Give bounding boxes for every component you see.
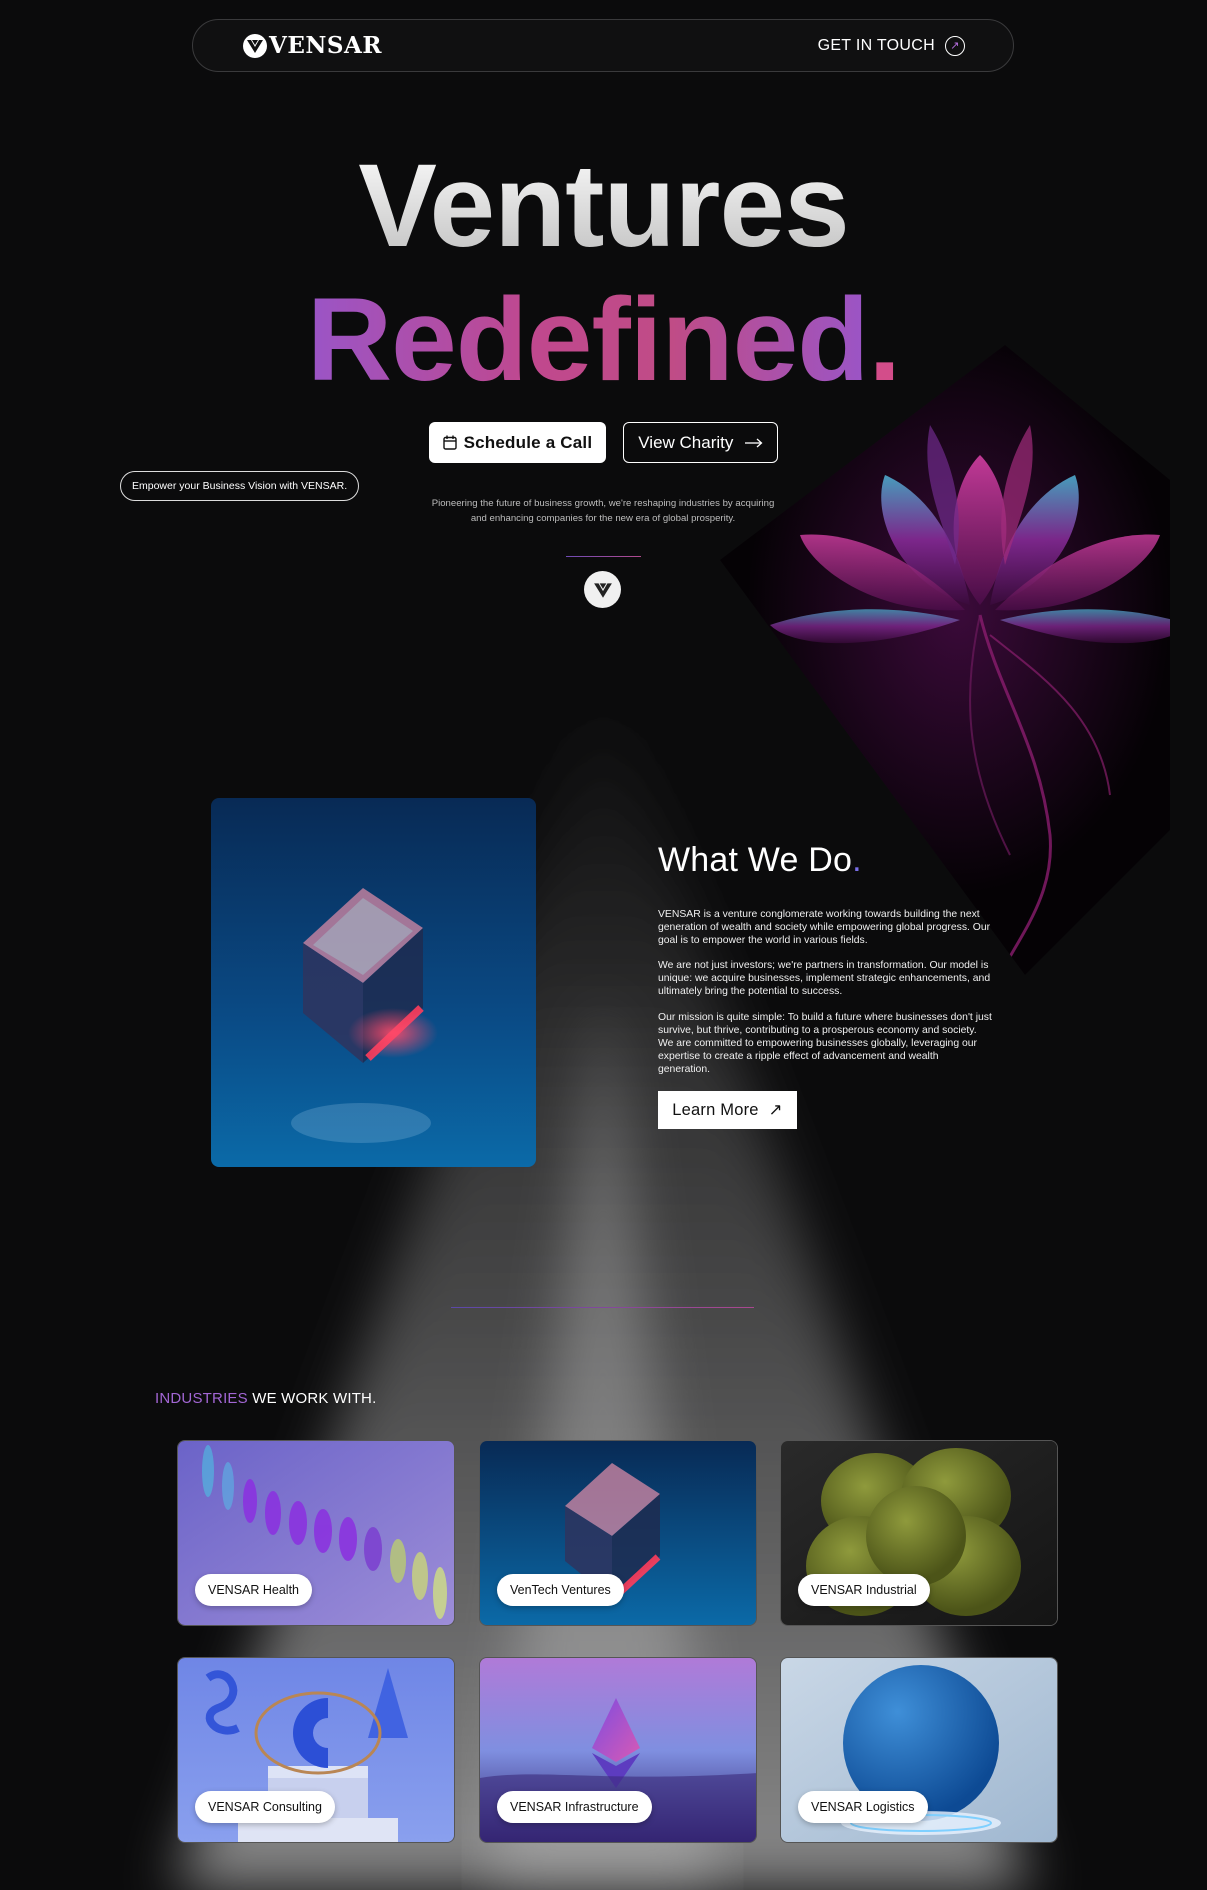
what-we-do-paragraph-1: VENSAR is a venture conglomerate working… — [658, 909, 991, 946]
hero-headline-line2: Redefined. — [0, 272, 1207, 408]
industry-card-consulting[interactable]: VENSAR Consulting — [177, 1657, 455, 1843]
industry-card-label: VENSAR Infrastructure — [497, 1791, 652, 1823]
hero-headline-dot: . — [868, 274, 901, 406]
industry-card-logistics[interactable]: VENSAR Logistics — [780, 1657, 1058, 1843]
view-charity-button[interactable]: View Charity — [623, 422, 779, 463]
industry-card-label: VENSAR Industrial — [798, 1574, 930, 1606]
what-we-do-title-text: What We Do — [658, 841, 853, 879]
arrow-up-right-icon: ↗ — [945, 35, 965, 56]
view-charity-label: View Charity — [638, 432, 734, 452]
schedule-call-button[interactable]: Schedule a Call — [428, 422, 607, 463]
vensar-logo-icon — [243, 33, 267, 58]
brand-logo[interactable]: VENSAR — [243, 32, 382, 59]
hero-divider — [566, 556, 641, 557]
arrow-right-icon — [745, 438, 763, 447]
learn-more-button[interactable]: Learn More ↗ — [658, 1091, 797, 1129]
what-we-do-title-dot: . — [852, 841, 862, 879]
what-we-do-title: What We Do. — [658, 841, 862, 880]
industries-title-rest: WE WORK WITH. — [247, 1390, 377, 1407]
industries-title: INDUSTRIES WE WORK WITH. — [155, 1390, 376, 1407]
what-we-do-paragraph-2: We are not just investors; we're partner… — [658, 960, 991, 997]
industry-card-ventech[interactable]: VenTech Ventures — [479, 1440, 757, 1626]
hero-cta-row: Schedule a Call View Charity — [0, 422, 1207, 463]
section-divider — [451, 1307, 754, 1308]
industry-card-label: VenTech Ventures — [497, 1574, 624, 1606]
industry-card-label: VENSAR Consulting — [195, 1791, 335, 1823]
learn-more-label: Learn More — [672, 1100, 759, 1119]
industries-title-accent: INDUSTRIES — [155, 1390, 248, 1407]
glass-cube-artwork — [211, 798, 536, 1167]
hero-description: Pioneering the future of business growth… — [431, 498, 775, 524]
vensar-logo-icon — [593, 582, 612, 598]
industry-card-label: VENSAR Health — [195, 1574, 313, 1606]
what-we-do-paragraph-3: Our mission is quite simple: To build a … — [658, 1012, 992, 1075]
hero-headline-line1: Ventures — [0, 138, 1207, 274]
industry-card-industrial[interactable]: VENSAR Industrial — [780, 1440, 1058, 1626]
industry-card-infrastructure[interactable]: VENSAR Infrastructure — [479, 1657, 757, 1843]
hero-headline-word: Redefined — [306, 274, 869, 406]
schedule-call-label: Schedule a Call — [463, 432, 593, 452]
get-in-touch-label: GET IN TOUCH — [817, 36, 935, 54]
hero-tagline-pill: Empower your Business Vision with VENSAR… — [120, 471, 360, 501]
top-navigation: VENSAR GET IN TOUCH ↗ — [192, 19, 1014, 72]
brand-name: VENSAR — [269, 32, 382, 59]
arrow-up-right-icon: ↗ — [768, 1101, 783, 1119]
get-in-touch-link[interactable]: GET IN TOUCH ↗ — [817, 35, 965, 56]
calendar-icon — [442, 435, 457, 450]
industry-card-label: VENSAR Logistics — [798, 1791, 928, 1823]
scroll-logo-button[interactable] — [584, 571, 621, 608]
industry-card-health[interactable]: VENSAR Health — [177, 1440, 455, 1626]
glass-cube-image — [211, 798, 536, 1167]
